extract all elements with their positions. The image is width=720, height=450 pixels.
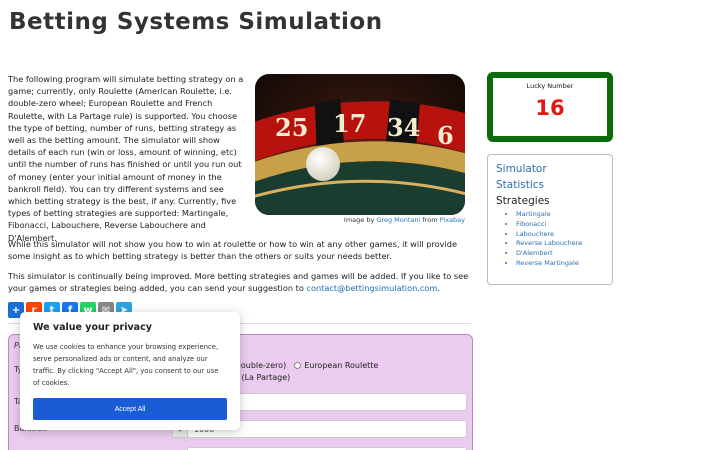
intro-text: The following program will simulate bett… xyxy=(8,74,244,243)
privacy-heading: We value your privacy xyxy=(33,322,152,333)
insight-paragraph: While this simulator will not show you h… xyxy=(8,239,458,261)
sidebar-item-simulator[interactable]: Simulator xyxy=(496,161,604,177)
strategy-martingale[interactable]: Martingale xyxy=(516,210,604,220)
strategy-dalembert[interactable]: D'Alembert xyxy=(516,249,604,259)
wheel-number: 25 xyxy=(275,113,308,142)
radio-european[interactable]: European Roulette xyxy=(294,361,378,370)
credit-source-link[interactable]: Pixabay xyxy=(440,216,465,224)
sidebar: Simulator Statistics Strategies Martinga… xyxy=(487,154,613,285)
radio-french-label[interactable]: e (La Partage) xyxy=(234,373,290,382)
wheel-number: 17 xyxy=(333,109,366,138)
wheel-number: 6 xyxy=(437,121,454,150)
wheel-number: 34 xyxy=(387,113,420,142)
sidebar-item-statistics[interactable]: Statistics xyxy=(496,177,604,193)
contact-email-link[interactable]: contact@bettingsimulation.com xyxy=(306,283,437,293)
strategy-reverse-martingale[interactable]: Reverse Martingale xyxy=(516,259,604,269)
roulette-ball xyxy=(306,147,340,181)
strategy-reverse-labouchere[interactable]: Reverse Labouchere xyxy=(516,239,604,249)
radio-circle-icon[interactable] xyxy=(294,362,302,369)
credit-author-link[interactable]: Greg Montani xyxy=(376,216,420,224)
page-title: Betting Systems Simulation xyxy=(9,9,383,35)
strategies-list: Martingale Fibonacci Labouchere Reverse … xyxy=(496,210,604,269)
credit-middle: from xyxy=(422,216,438,224)
period: . xyxy=(437,283,440,293)
strategy-labouchere[interactable]: Labouchere xyxy=(516,230,604,240)
strategies-heading: Strategies xyxy=(496,195,550,207)
credit-prefix: Image by xyxy=(343,216,375,224)
lucky-number-box: Lucky Number 16 xyxy=(487,72,613,142)
image-credit: Image by Greg Montani from Pixabay xyxy=(255,216,465,224)
roulette-image: 25 17 34 6 xyxy=(255,74,465,215)
privacy-banner: We value your privacy We use cookies to … xyxy=(20,312,240,430)
privacy-body: We use cookies to enhance your browsing … xyxy=(33,343,219,387)
radio-european-label: European Roulette xyxy=(304,361,379,370)
lucky-number-value: 16 xyxy=(535,96,565,120)
lucky-number-label: Lucky Number xyxy=(526,82,574,90)
strategy-fibonacci[interactable]: Fibonacci xyxy=(516,220,604,230)
accept-all-button[interactable]: Accept All xyxy=(33,398,227,420)
improvement-paragraph: This simulator is continually being impr… xyxy=(8,270,473,294)
